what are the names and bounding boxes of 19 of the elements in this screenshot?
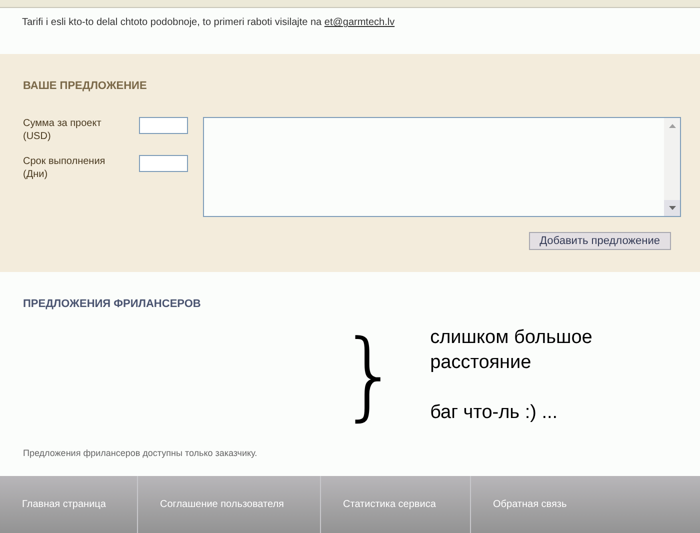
input-field[interactable] (139, 116, 188, 134)
input-field[interactable] (139, 154, 188, 172)
footer-link[interactable]: Статистика сервиса (321, 476, 471, 533)
freelancers-note: Предложения фрилансеров доступны только заказчику. (23, 446, 258, 460)
footer-link[interactable]: Главная страница (0, 476, 138, 533)
annotation-text: слишком большое (430, 326, 592, 350)
brace: } (339, 318, 400, 432)
footer-link[interactable]: Соглашение пользователя (138, 476, 321, 533)
field-label: Сумма за проект (USD) (23, 116, 102, 142)
email-link[interactable]: et@garmtech.lv (324, 17, 395, 28)
annotation-text: расстояние (430, 350, 532, 374)
annotation-text: баг что-ль :) ... (430, 400, 559, 424)
field-label: Срок выполнения (Дни) (23, 154, 106, 180)
intro-text: Tarifi i esli kto-to delal chtoto podobnoje, to primeri raboti visilajte na et@garmtech.lv (22, 16, 396, 30)
footer-link[interactable]: Обратная связь (471, 476, 609, 533)
scroll-down-icon[interactable] (664, 200, 680, 216)
add-proposal-button[interactable]: Добавить предложение (528, 232, 671, 250)
proposal-heading: ВАШЕ ПРЕДЛОЖЕНИЕ (23, 79, 148, 94)
freelancers-heading: ПРЕДЛОЖЕНИЯ ФРИЛАНСЕРОВ (23, 297, 202, 312)
